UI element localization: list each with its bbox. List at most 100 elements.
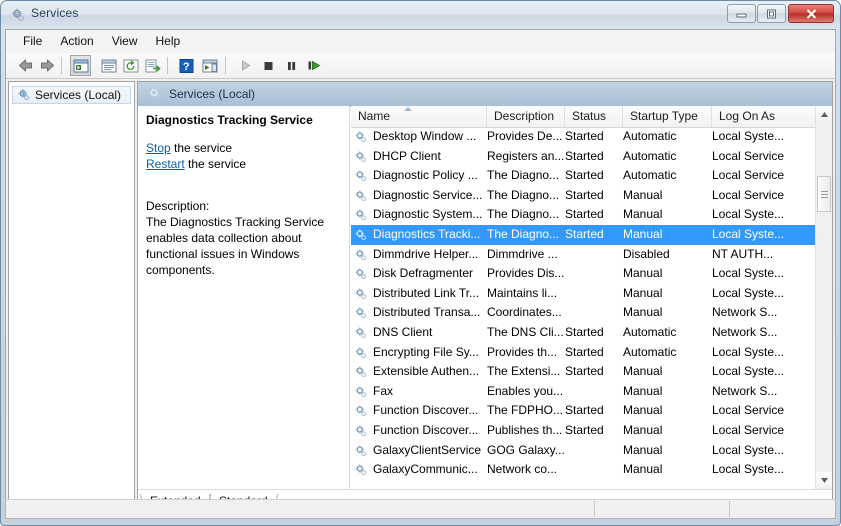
cell-name: Function Discover... bbox=[373, 403, 479, 418]
cell-description: Provides Dis... bbox=[487, 266, 565, 281]
cell-status: Started bbox=[565, 364, 604, 379]
table-row[interactable]: DNS Client The DNS Cli... Started Automatic… bbox=[351, 323, 815, 343]
cell-name: Diagnostic System... bbox=[373, 207, 483, 222]
cell-startup: Manual bbox=[623, 305, 663, 320]
content-header-label: Services (Local) bbox=[169, 87, 256, 101]
cell-description: GOG Galaxy... bbox=[487, 442, 565, 457]
cell-startup: Manual bbox=[623, 422, 663, 437]
cell-description: Registers an... bbox=[487, 148, 565, 163]
window-title: Services bbox=[31, 6, 79, 20]
table-row[interactable]: Extensible Authen... The Extensi... Starte… bbox=[351, 362, 815, 382]
scrollbar-thumb[interactable] bbox=[817, 176, 831, 212]
start-service-icon[interactable] bbox=[235, 55, 256, 76]
column-header-description[interactable]: Description bbox=[487, 106, 565, 127]
show-hide-action-pane-icon[interactable] bbox=[199, 55, 220, 76]
column-header-log-on-as[interactable]: Log On As bbox=[712, 106, 807, 127]
restart-service-link[interactable]: Restart bbox=[146, 157, 185, 171]
table-row[interactable]: Dimmdrive Helper... Dimmdrive ... Disabled… bbox=[351, 245, 815, 265]
cell-startup: Manual bbox=[623, 285, 663, 300]
table-row[interactable]: DHCP Client Registers an... Started Automat… bbox=[351, 147, 815, 167]
table-row[interactable]: Diagnostic Service... The Diagno... Starte… bbox=[351, 186, 815, 206]
tree-node-services-local[interactable]: Services (Local) bbox=[12, 86, 131, 104]
cell-status: Started bbox=[565, 207, 604, 222]
table-row[interactable]: Diagnostic Policy ... The Diagno... Starte… bbox=[351, 166, 815, 186]
table-row[interactable]: Function Discover... Publishes th... Start… bbox=[351, 421, 815, 441]
table-row[interactable]: Function Discover... The FDPHO... Started M… bbox=[351, 401, 815, 421]
cell-status: Started bbox=[565, 344, 604, 359]
restart-service-action: Restart the service bbox=[146, 156, 341, 172]
cell-status: Started bbox=[565, 187, 604, 202]
export-list-icon[interactable] bbox=[142, 55, 163, 76]
close-button[interactable] bbox=[788, 4, 834, 23]
column-header-status[interactable]: Status bbox=[565, 106, 623, 127]
cell-startup: Manual bbox=[623, 383, 663, 398]
cell-name: Disk Defragmenter bbox=[373, 266, 474, 281]
content-header: Services (Local) bbox=[138, 82, 832, 107]
cell-description: Provides th... bbox=[487, 344, 558, 359]
cell-logon: Local Syste... bbox=[712, 226, 785, 241]
cell-description: The Diagno... bbox=[487, 187, 560, 202]
status-bar bbox=[5, 499, 836, 519]
cell-logon: Local Service bbox=[712, 168, 785, 183]
column-header-name[interactable]: Name bbox=[351, 106, 487, 127]
table-row[interactable]: GalaxyClientService GOG Galaxy... Manual Lo… bbox=[351, 441, 815, 461]
table-row[interactable]: Distributed Transa... Coordinates... Manua… bbox=[351, 303, 815, 323]
table-row[interactable]: Disk Defragmenter Provides Dis... Manual Lo… bbox=[351, 264, 815, 284]
scroll-up-icon[interactable] bbox=[816, 106, 832, 123]
table-row[interactable]: GalaxyCommunic... Network co... Manual Loca… bbox=[351, 460, 815, 480]
cell-startup: Manual bbox=[623, 462, 663, 477]
menu-file[interactable]: File bbox=[14, 30, 51, 51]
description-text: The Diagnostics Tracking Service enables… bbox=[146, 215, 325, 277]
maximize-button[interactable] bbox=[757, 4, 786, 23]
minimize-button[interactable] bbox=[727, 4, 756, 23]
cell-startup: Manual bbox=[623, 364, 663, 379]
column-header-startup-type[interactable]: Startup Type bbox=[623, 106, 712, 127]
console-tree-pane: Services (Local) bbox=[8, 81, 135, 516]
svg-text:?: ? bbox=[183, 61, 190, 73]
cell-name: Function Discover... bbox=[373, 422, 479, 437]
cell-startup: Manual bbox=[623, 403, 663, 418]
menu-help[interactable]: Help bbox=[147, 30, 190, 51]
close-icon bbox=[789, 5, 833, 22]
cell-description: The Diagno... bbox=[487, 168, 560, 183]
toolbar-separator-2 bbox=[167, 57, 168, 74]
list-rows-container: Desktop Window ... Provides De... Started A… bbox=[351, 127, 815, 489]
cell-logon: Network S... bbox=[712, 383, 778, 398]
scroll-down-icon[interactable] bbox=[816, 472, 832, 489]
menu-action[interactable]: Action bbox=[51, 30, 102, 51]
status-bar-divider-2 bbox=[729, 501, 730, 517]
cell-name: Encrypting File Sy... bbox=[373, 344, 479, 359]
stop-service-link[interactable]: Stop bbox=[146, 141, 171, 155]
stop-service-action: Stop the service bbox=[146, 140, 341, 156]
cell-status: Started bbox=[565, 148, 604, 163]
show-hide-console-tree-icon[interactable] bbox=[70, 55, 91, 76]
cell-description: Coordinates... bbox=[487, 305, 562, 320]
cell-startup: Manual bbox=[623, 187, 663, 202]
menu-view[interactable]: View bbox=[103, 30, 147, 51]
cell-description: Network co... bbox=[487, 462, 558, 477]
table-row[interactable]: Encrypting File Sy... Provides th... Start… bbox=[351, 343, 815, 363]
restart-service-suffix: the service bbox=[184, 157, 247, 171]
pause-service-icon[interactable] bbox=[281, 55, 302, 76]
table-row[interactable]: Desktop Window ... Provides De... Started A… bbox=[351, 127, 815, 147]
table-row[interactable]: Distributed Link Tr... Maintains li... Man… bbox=[351, 284, 815, 304]
cell-logon: Local Syste... bbox=[712, 129, 785, 143]
back-icon[interactable] bbox=[15, 55, 36, 76]
table-row[interactable]: Diagnostic System... The Diagno... Started… bbox=[351, 205, 815, 225]
properties-icon[interactable] bbox=[98, 55, 119, 76]
cell-description: The Diagno... bbox=[487, 226, 560, 241]
list-vertical-scrollbar[interactable] bbox=[815, 106, 832, 489]
refresh-icon[interactable] bbox=[120, 55, 141, 76]
sort-ascending-icon bbox=[404, 107, 412, 111]
cell-logon: Local Syste... bbox=[712, 462, 785, 477]
restart-service-icon[interactable] bbox=[304, 55, 325, 76]
table-row[interactable]: Fax Enables you... Manual Network S... bbox=[351, 382, 815, 402]
window-client-area: File Action View Help ? Services (Local)… bbox=[5, 29, 836, 519]
forward-icon[interactable] bbox=[37, 55, 58, 76]
help-icon[interactable]: ? bbox=[176, 55, 197, 76]
stop-service-icon[interactable] bbox=[258, 55, 279, 76]
cell-name: DNS Client bbox=[373, 324, 433, 339]
status-bar-divider-1 bbox=[594, 501, 595, 517]
table-row[interactable]: Diagnostics Tracki... The Diagno... Starte… bbox=[351, 224, 815, 245]
services-window: Services File Action View Help ? Service… bbox=[0, 0, 841, 526]
